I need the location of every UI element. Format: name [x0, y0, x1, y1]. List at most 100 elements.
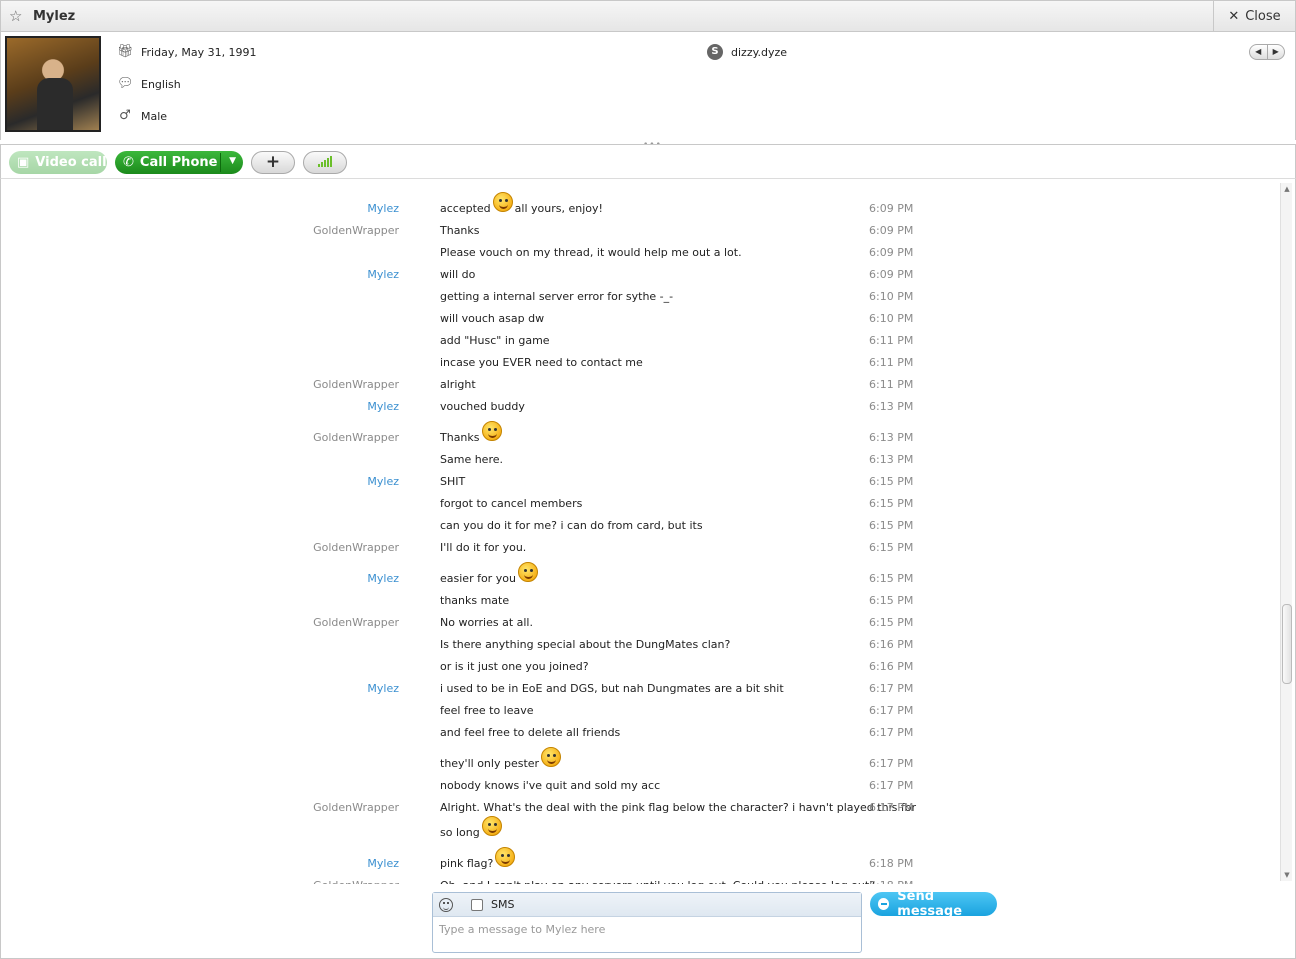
message-time: 6:15 PM: [869, 616, 914, 629]
phone-icon: ✆: [123, 155, 134, 170]
message-row: thanks mate 6:15 PM: [1, 587, 1271, 607]
add-button[interactable]: +: [251, 151, 295, 174]
message-row: Mylez will do 6:09 PM: [1, 261, 1271, 281]
message-text-main: I'll do it for you.: [440, 541, 527, 554]
message-text-main: easier for you: [440, 572, 516, 585]
message-row: Same here. 6:13 PM: [1, 446, 1271, 466]
message-time: 6:09 PM: [869, 202, 914, 215]
sms-label: SMS: [491, 898, 515, 911]
close-button[interactable]: ✕ Close: [1213, 1, 1295, 31]
message-text: will do: [440, 268, 860, 281]
message-row: Mylez easier for you 6:15 PM: [1, 562, 1271, 585]
message-composer[interactable]: SMS Type a message to Mylez here: [432, 892, 862, 953]
message-input[interactable]: Type a message to Mylez here: [439, 923, 605, 936]
message-text: Alright. What's the deal with the pink f…: [440, 801, 916, 814]
message-text: alright: [440, 378, 860, 391]
message-text-main: accepted: [440, 202, 491, 215]
chat-history[interactable]: Mylez accepted all yours, enjoy! 6:09 PM Gol…: [0, 179, 1296, 884]
message-text-main: nobody knows i've quit and sold my acc: [440, 779, 661, 792]
call-phone-button[interactable]: ✆ Call Phone ▼: [115, 151, 243, 174]
composer-area: SMS Type a message to Mylez here Send me…: [0, 884, 1296, 959]
message-text-main: or is it just one you joined?: [440, 660, 589, 673]
message-text: thanks mate: [440, 594, 860, 607]
message-sender[interactable]: GoldenWrapper: [313, 541, 399, 554]
message-row: feel free to leave 6:17 PM: [1, 697, 1271, 717]
message-row: so long: [1, 816, 1271, 839]
call-quality-button[interactable]: [303, 151, 347, 174]
message-text: Thanks: [440, 421, 860, 444]
message-sender[interactable]: Mylez: [367, 857, 399, 870]
scrollbar-thumb[interactable]: [1282, 604, 1292, 684]
message-sender[interactable]: Mylez: [367, 475, 399, 488]
message-row: GoldenWrapper Thanks 6:13 PM: [1, 421, 1271, 444]
message-row: Is there anything special about the Dung…: [1, 631, 1271, 651]
message-sender[interactable]: Mylez: [367, 202, 399, 215]
message-sender[interactable]: GoldenWrapper: [313, 431, 399, 444]
message-time: 6:11 PM: [869, 334, 914, 347]
message-text-after: all yours, enjoy!: [514, 202, 603, 215]
composer-toolbar: SMS: [433, 893, 861, 917]
message-text: No worries at all.: [440, 616, 860, 629]
message-text: Thanks: [440, 224, 860, 237]
message-row: GoldenWrapperOh, and I can't play on any…: [1, 872, 1271, 884]
send-icon: [878, 898, 890, 910]
surprised-emoticon-icon: [495, 847, 516, 867]
message-time: 6:13 PM: [869, 431, 914, 444]
send-message-button[interactable]: Send message: [870, 889, 997, 919]
gift-icon: 🎁︎: [117, 44, 134, 59]
message-row: Mylez pink flag? 6:18 PM: [1, 847, 1271, 870]
message-text: and feel free to delete all friends: [440, 726, 860, 739]
scroll-down-icon[interactable]: ▼: [1281, 869, 1293, 881]
message-row: will vouch asap dw 6:10 PM: [1, 305, 1271, 325]
message-sender[interactable]: GoldenWrapper: [313, 224, 399, 237]
chevron-down-icon[interactable]: ▼: [229, 156, 236, 166]
message-text-main: can you do it for me? i can do from card…: [440, 519, 703, 532]
message-time: 6:13 PM: [869, 453, 914, 466]
video-call-button[interactable]: ▣ Video call: [9, 151, 107, 174]
emoticon-icon[interactable]: [439, 897, 453, 912]
message-row: Mylez vouched buddy 6:13 PM: [1, 393, 1271, 413]
message-row: Mylez accepted all yours, enjoy! 6:09 PM: [1, 192, 1271, 215]
scroll-up-icon[interactable]: ▲: [1281, 183, 1293, 195]
favorite-star-icon[interactable]: ☆: [9, 8, 25, 24]
message-sender[interactable]: Mylez: [367, 682, 399, 695]
message-text-main: pink flag?: [440, 857, 494, 870]
message-time: 6:18 PM: [869, 857, 914, 870]
message-time: 6:10 PM: [869, 312, 914, 325]
message-text-main: forgot to cancel members: [440, 497, 583, 510]
close-label: Close: [1245, 8, 1281, 24]
message-sender[interactable]: GoldenWrapper: [313, 616, 399, 629]
message-row: GoldenWrapper alright 6:11 PM: [1, 371, 1271, 391]
message-sender[interactable]: Mylez: [367, 268, 399, 281]
profile-nav-arrows: ◀ ▶: [1249, 44, 1285, 60]
message-text-main: will vouch asap dw: [440, 312, 545, 325]
message-text: Same here.: [440, 453, 860, 466]
message-time: 6:17 PM: [869, 757, 914, 770]
message-row: GoldenWrapper No worries at all. 6:15 PM: [1, 609, 1271, 629]
message-text-main: Thanks: [440, 431, 480, 444]
message-sender[interactable]: Mylez: [367, 400, 399, 413]
sms-checkbox[interactable]: [471, 898, 483, 911]
message-text: so long: [440, 816, 860, 839]
message-text-main: Is there anything special about the Dung…: [440, 638, 731, 651]
arrow-left-icon[interactable]: ◀: [1250, 45, 1268, 59]
message-row: GoldenWrapper Thanks 6:09 PM: [1, 217, 1271, 237]
message-text-main: Please vouch on my thread, it would help…: [440, 246, 742, 259]
language-text: English: [141, 77, 181, 91]
message-row: nobody knows i've quit and sold my acc 6:…: [1, 772, 1271, 792]
message-time: 6:11 PM: [869, 378, 914, 391]
message-row: Please vouch on my thread, it would help…: [1, 239, 1271, 259]
message-sender[interactable]: GoldenWrapper: [313, 801, 399, 814]
message-text: feel free to leave: [440, 704, 860, 717]
message-row: or is it just one you joined? 6:16 PM: [1, 653, 1271, 673]
arrow-right-icon[interactable]: ▶: [1268, 45, 1285, 59]
message-text: or is it just one you joined?: [440, 660, 860, 673]
call-toolbar: ▣ Video call ✆ Call Phone ▼ +: [0, 144, 1296, 179]
message-time: 6:09 PM: [869, 224, 914, 237]
message-sender[interactable]: Mylez: [367, 572, 399, 585]
chat-scrollbar[interactable]: ▲ ▼: [1280, 183, 1292, 881]
message-sender[interactable]: GoldenWrapper: [313, 378, 399, 391]
message-text: easier for you: [440, 562, 860, 585]
message-text: vouched buddy: [440, 400, 860, 413]
title-bar: ☆ Mylez ✕ Close: [0, 0, 1296, 32]
